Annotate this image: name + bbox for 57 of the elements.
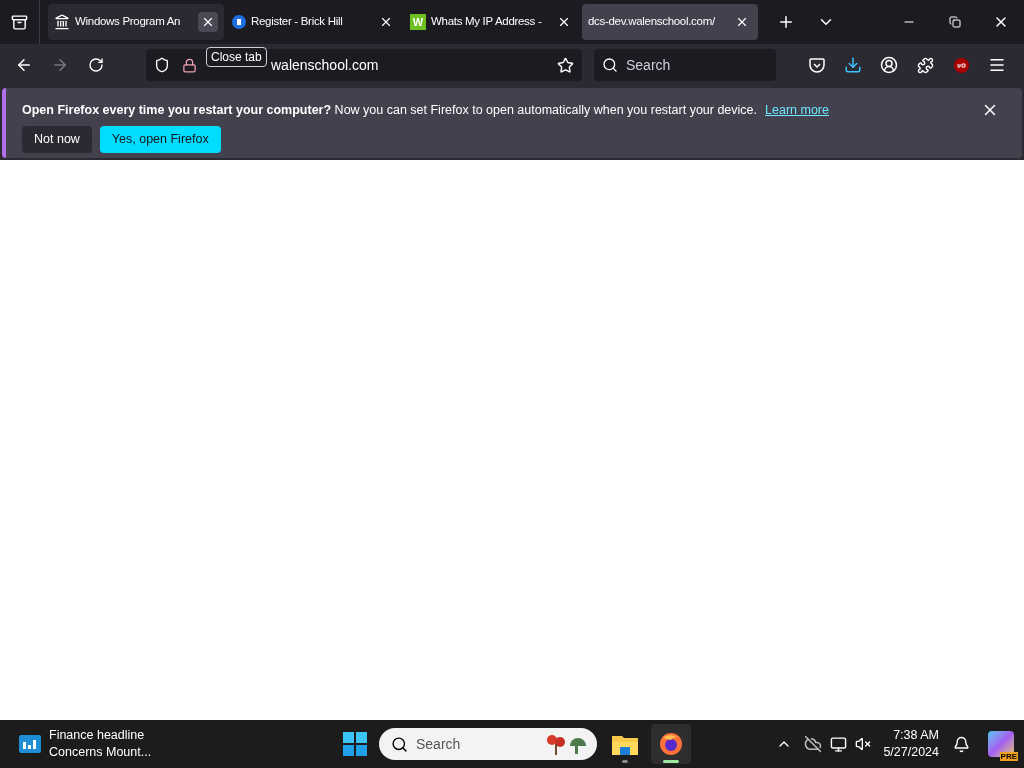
widget-subtitle: Concerns Mount... [49,744,152,761]
tab-title: Whats My IP Address - [431,14,543,30]
cloud-off-icon [804,735,823,753]
search-icon [602,57,618,73]
forward-icon [51,56,69,74]
taskbar-search-input[interactable]: Search [416,733,536,755]
firefox-logo-icon [659,732,683,756]
search-input[interactable]: Search [626,54,756,76]
brick-logo-icon [232,15,246,29]
chart-widget-icon [19,735,41,753]
tabs-icon [11,13,28,31]
clock-date: 5/27/2024 [883,744,939,761]
menu-icon [988,56,1006,74]
plus-icon [777,13,795,31]
download-icon [844,56,862,74]
speaker-muted-icon [855,736,872,752]
secondary-button[interactable]: Not now [22,126,92,153]
clock-time: 7:38 AM [893,727,939,744]
browser-tab[interactable]: dcs-dev.walenschool.com/ [582,4,758,40]
widget-title: Finance headline [49,727,146,744]
close-icon [557,15,571,29]
building-icon [54,14,70,30]
notification-message: Open Firefox every time you restart your computer? Now you can set Firefox to open automatically when you restart your device. [22,101,758,119]
url-text: walenschool.com [271,55,379,75]
shield-icon [154,57,170,73]
tab-title: dcs-dev.walenschool.com/ [588,14,716,30]
windows-logo-icon [343,732,367,756]
primary-button[interactable]: Yes, open Firefox [99,126,221,153]
back-icon [15,56,33,74]
preview-badge: PRE [999,752,1018,761]
close-icon [201,15,215,29]
puzzle-icon [916,56,934,74]
folder-icon [612,733,638,755]
search-icon [391,735,408,753]
browser-tab[interactable]: Register - Brick Hill [226,4,402,40]
tooltip: Close tab [206,47,267,67]
network-icon [830,735,848,753]
pocket-icon [809,57,825,73]
search-field[interactable]: Search [594,49,776,81]
reload-icon [88,57,104,73]
browser-tab[interactable]: Windows Program An [48,4,224,40]
taskbar-app-button[interactable] [651,724,691,764]
site-logo-icon: W [410,14,426,30]
learn-more-link[interactable]: Learn more [765,100,829,120]
browser-tab[interactable]: W Whats My IP Address - [404,4,580,40]
restore-icon [949,16,961,28]
taskbar-search-field[interactable]: Search [379,728,597,760]
flowers-icon [544,732,588,756]
account-icon [880,56,898,74]
tab-title: Register - Brick Hill [251,14,344,30]
close-icon [379,15,393,29]
lock-icon [182,57,197,73]
bell-icon [953,735,970,753]
close-tab-button[interactable] [198,12,218,32]
tab-title: Windows Program An [75,14,182,30]
star-icon [557,56,574,74]
close-icon [735,15,749,29]
